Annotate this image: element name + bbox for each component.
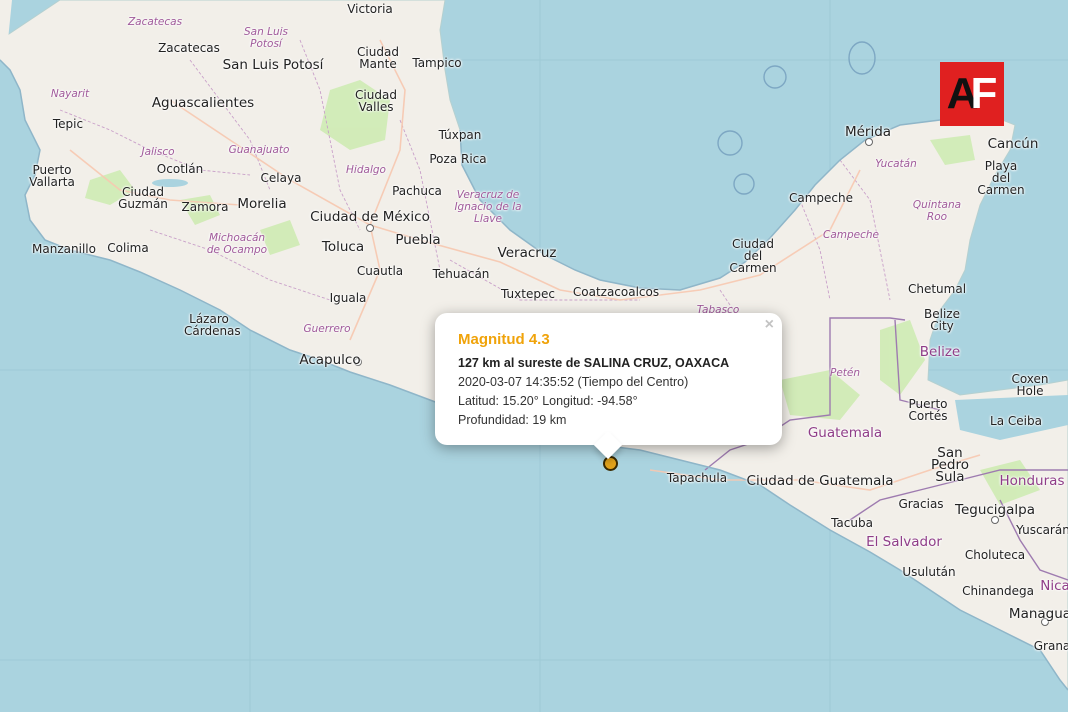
label-playa: Playa del Carmen xyxy=(977,159,1025,197)
label-zamora: Zamora xyxy=(181,200,229,214)
label-ciudad-mante: Ciudad Mante xyxy=(357,45,399,71)
label-peten: Petén xyxy=(829,367,861,379)
label-ciudad-guzman: Ciudad Guzmán xyxy=(118,185,168,211)
label-campeche-city: Campeche xyxy=(788,191,854,205)
label-ciudad-carmen: Ciudad del Carmen xyxy=(729,237,777,275)
af-logo: AF xyxy=(940,62,1004,126)
label-puerto-vallarta: Puerto Vallarta xyxy=(29,163,75,189)
label-aguascalientes: Aguascalientes xyxy=(151,95,255,111)
label-honduras: Honduras xyxy=(999,473,1065,489)
label-colima: Colima xyxy=(107,241,149,255)
earthquake-popup: × Magnitud 4.3 127 km al sureste de SALI… xyxy=(435,313,782,460)
label-acapulco: Acapulco xyxy=(299,352,361,368)
label-merida: Mérida xyxy=(844,124,892,140)
label-ocotlan: Ocotlán xyxy=(156,162,204,176)
label-cdmx: Ciudad de México xyxy=(310,209,430,225)
label-el-salvador: El Salvador xyxy=(866,534,942,550)
label-veracruz-state: Veracruz de Ignacio de la Llave xyxy=(454,189,522,225)
label-coxen-hole: Coxen Hole xyxy=(1011,372,1049,398)
label-cancun: Cancún xyxy=(987,136,1039,152)
label-gracias: Gracias xyxy=(898,497,944,511)
popup-depth: Profundidad: 19 km xyxy=(458,413,567,427)
popup-magnitude: Magnitud 4.3 xyxy=(458,331,550,348)
label-lazaro: Lázaro Cárdenas xyxy=(184,312,241,338)
label-slp-state: San Luis Potosí xyxy=(244,26,288,50)
label-zacatecas-state: Zacatecas xyxy=(127,16,183,28)
close-icon[interactable]: × xyxy=(765,316,774,334)
label-iguala: Iguala xyxy=(329,291,367,305)
label-manzanillo: Manzanillo xyxy=(32,242,96,256)
label-puebla: Puebla xyxy=(395,232,441,248)
label-slp: San Luis Potosí xyxy=(222,57,324,73)
label-yucatan: Yucatán xyxy=(875,158,917,170)
label-granada: Grana xyxy=(1033,639,1068,653)
label-nayarit: Nayarit xyxy=(50,88,90,100)
label-poza-rica: Poza Rica xyxy=(429,152,487,166)
label-nica: Nica xyxy=(1040,578,1068,594)
label-cuautla: Cuautla xyxy=(356,264,404,278)
earthquake-marker[interactable] xyxy=(603,456,618,471)
label-chetumal: Chetumal xyxy=(907,282,967,296)
label-yuscaran: Yuscarán xyxy=(1016,523,1068,537)
logo-letter-f: F xyxy=(970,69,997,118)
cdmx-dot xyxy=(366,224,374,232)
label-zacatecas: Zacatecas xyxy=(158,41,220,55)
popup-datetime: 2020-03-07 14:35:52 (Tiempo del Centro) xyxy=(458,375,689,389)
label-tepic: Tepic xyxy=(52,117,84,131)
label-victoria: Victoria xyxy=(347,2,393,16)
label-quintana-roo: Quintana Roo xyxy=(912,199,962,223)
map-view[interactable]: Victoria Zacatecas Zacatecas San Luis Po… xyxy=(0,0,1068,712)
label-puerto-cortes: Puerto Cortés xyxy=(908,397,948,423)
label-toluca: Toluca xyxy=(321,239,365,255)
label-guatemala: Guatemala xyxy=(807,425,883,441)
label-celaya: Celaya xyxy=(260,171,302,185)
label-tampico: Tampico xyxy=(412,56,462,70)
label-michoacan: Michoacán de Ocampo xyxy=(206,232,268,256)
label-ciudad-valles: Ciudad Valles xyxy=(355,88,397,114)
label-tapachula: Tapachula xyxy=(666,471,728,485)
label-managua: Managua xyxy=(1008,606,1068,622)
label-belize: Belize xyxy=(919,344,961,360)
label-chinandega: Chinandega xyxy=(962,584,1034,598)
popup-location: 127 km al sureste de SALINA CRUZ, OAXACA xyxy=(458,356,730,370)
label-morelia: Morelia xyxy=(237,196,287,212)
label-coatzacoalcos: Coatzacoalcos xyxy=(572,285,660,299)
label-guerrero: Guerrero xyxy=(303,323,351,335)
label-jalisco: Jalisco xyxy=(141,146,175,158)
label-tacuba: Tacuba xyxy=(831,516,873,530)
label-ciudad-guatemala: Ciudad de Guatemala xyxy=(746,473,894,489)
label-usulutan: Usulután xyxy=(902,565,956,579)
label-guanajuato: Guanajuato xyxy=(228,144,290,156)
label-tehuacan: Tehuacán xyxy=(432,267,490,281)
label-belize-city: Belize City xyxy=(924,307,960,333)
label-veracruz: Veracruz xyxy=(497,245,557,261)
label-hidalgo: Hidalgo xyxy=(346,164,386,176)
label-san-pedro-sula: San Pedro Sula xyxy=(930,445,970,485)
label-tegucigalpa: Tegucigalpa xyxy=(955,502,1035,518)
label-tuxtepec: Tuxtepec xyxy=(501,287,555,301)
popup-coordinates: Latitud: 15.20° Longitud: -94.58° xyxy=(458,394,638,408)
label-pachuca: Pachuca xyxy=(392,184,442,198)
label-tuxpan: Túxpan xyxy=(438,128,482,142)
label-la-ceiba: La Ceiba xyxy=(990,414,1042,428)
label-choluteca: Choluteca xyxy=(964,548,1026,562)
label-campeche-state: Campeche xyxy=(822,229,880,241)
